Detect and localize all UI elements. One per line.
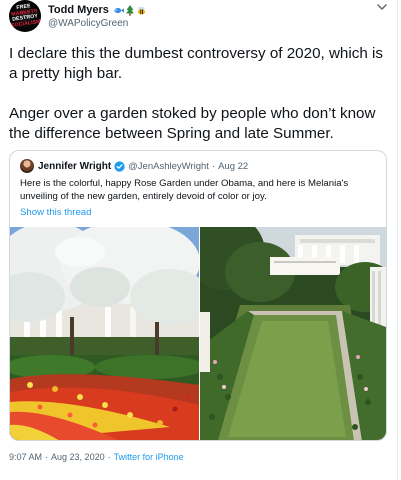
- fish-icon: [113, 7, 124, 13]
- avatar-logo-text: FREE MARKETS DESTROY SOCIALISM: [10, 2, 41, 29]
- tweet-source-link[interactable]: Twitter for iPhone: [114, 452, 184, 462]
- quoted-media: [10, 227, 386, 440]
- tweet-meta: 9:07 AM · Aug 23, 2020 · Twitter for iPh…: [9, 452, 184, 462]
- tweet-paragraph: Anger over a garden stoked by people who…: [9, 105, 376, 142]
- quoted-tweet-header: Jennifer Wright @JenAshleyWright · Aug 2…: [20, 159, 248, 173]
- evergreen-tree-icon: [126, 4, 134, 16]
- show-thread-link[interactable]: Show this thread: [20, 207, 91, 218]
- tweet-date[interactable]: Aug 23, 2020: [51, 452, 105, 462]
- author-display-name[interactable]: Todd Myers: [48, 4, 109, 16]
- author-handle[interactable]: @WAPolicyGreen: [48, 18, 147, 29]
- author-avatar[interactable]: FREE MARKETS DESTROY SOCIALISM: [9, 0, 41, 32]
- tweet-detail: FREE MARKETS DESTROY SOCIALISM Todd Myer…: [0, 0, 398, 480]
- quoted-tweet-card[interactable]: Jennifer Wright @JenAshleyWright · Aug 2…: [9, 150, 387, 441]
- verified-badge-icon: [114, 160, 125, 172]
- tweet-header: FREE MARKETS DESTROY SOCIALISM Todd Myer…: [9, 0, 394, 36]
- tweet-text: I declare this the dumbest controversy o…: [9, 44, 389, 144]
- tweet-paragraph: I declare this the dumbest controversy o…: [9, 45, 383, 82]
- meta-separator: ·: [107, 452, 111, 462]
- chevron-down-icon[interactable]: [375, 0, 389, 14]
- author-name-block: Todd Myers @WAPolicyGreen: [48, 3, 147, 29]
- quoted-author-name: Jennifer Wright: [38, 160, 112, 172]
- quoted-tweet-date: Aug 22: [218, 160, 249, 172]
- meta-separator: ·: [45, 452, 49, 462]
- name-emojis: [113, 4, 147, 16]
- rose-garden-renovated-photo[interactable]: [200, 227, 386, 440]
- rose-garden-spring-photo[interactable]: [10, 227, 199, 440]
- tweet-time[interactable]: 9:07 AM: [9, 452, 42, 462]
- meta-separator: ·: [211, 160, 216, 172]
- quoted-author-handle: @JenAshleyWright: [128, 160, 209, 172]
- bee-icon: [137, 6, 146, 14]
- quoted-tweet-text: Here is the colorful, happy Rose Garden …: [20, 178, 349, 202]
- quoted-author-avatar: [20, 159, 34, 173]
